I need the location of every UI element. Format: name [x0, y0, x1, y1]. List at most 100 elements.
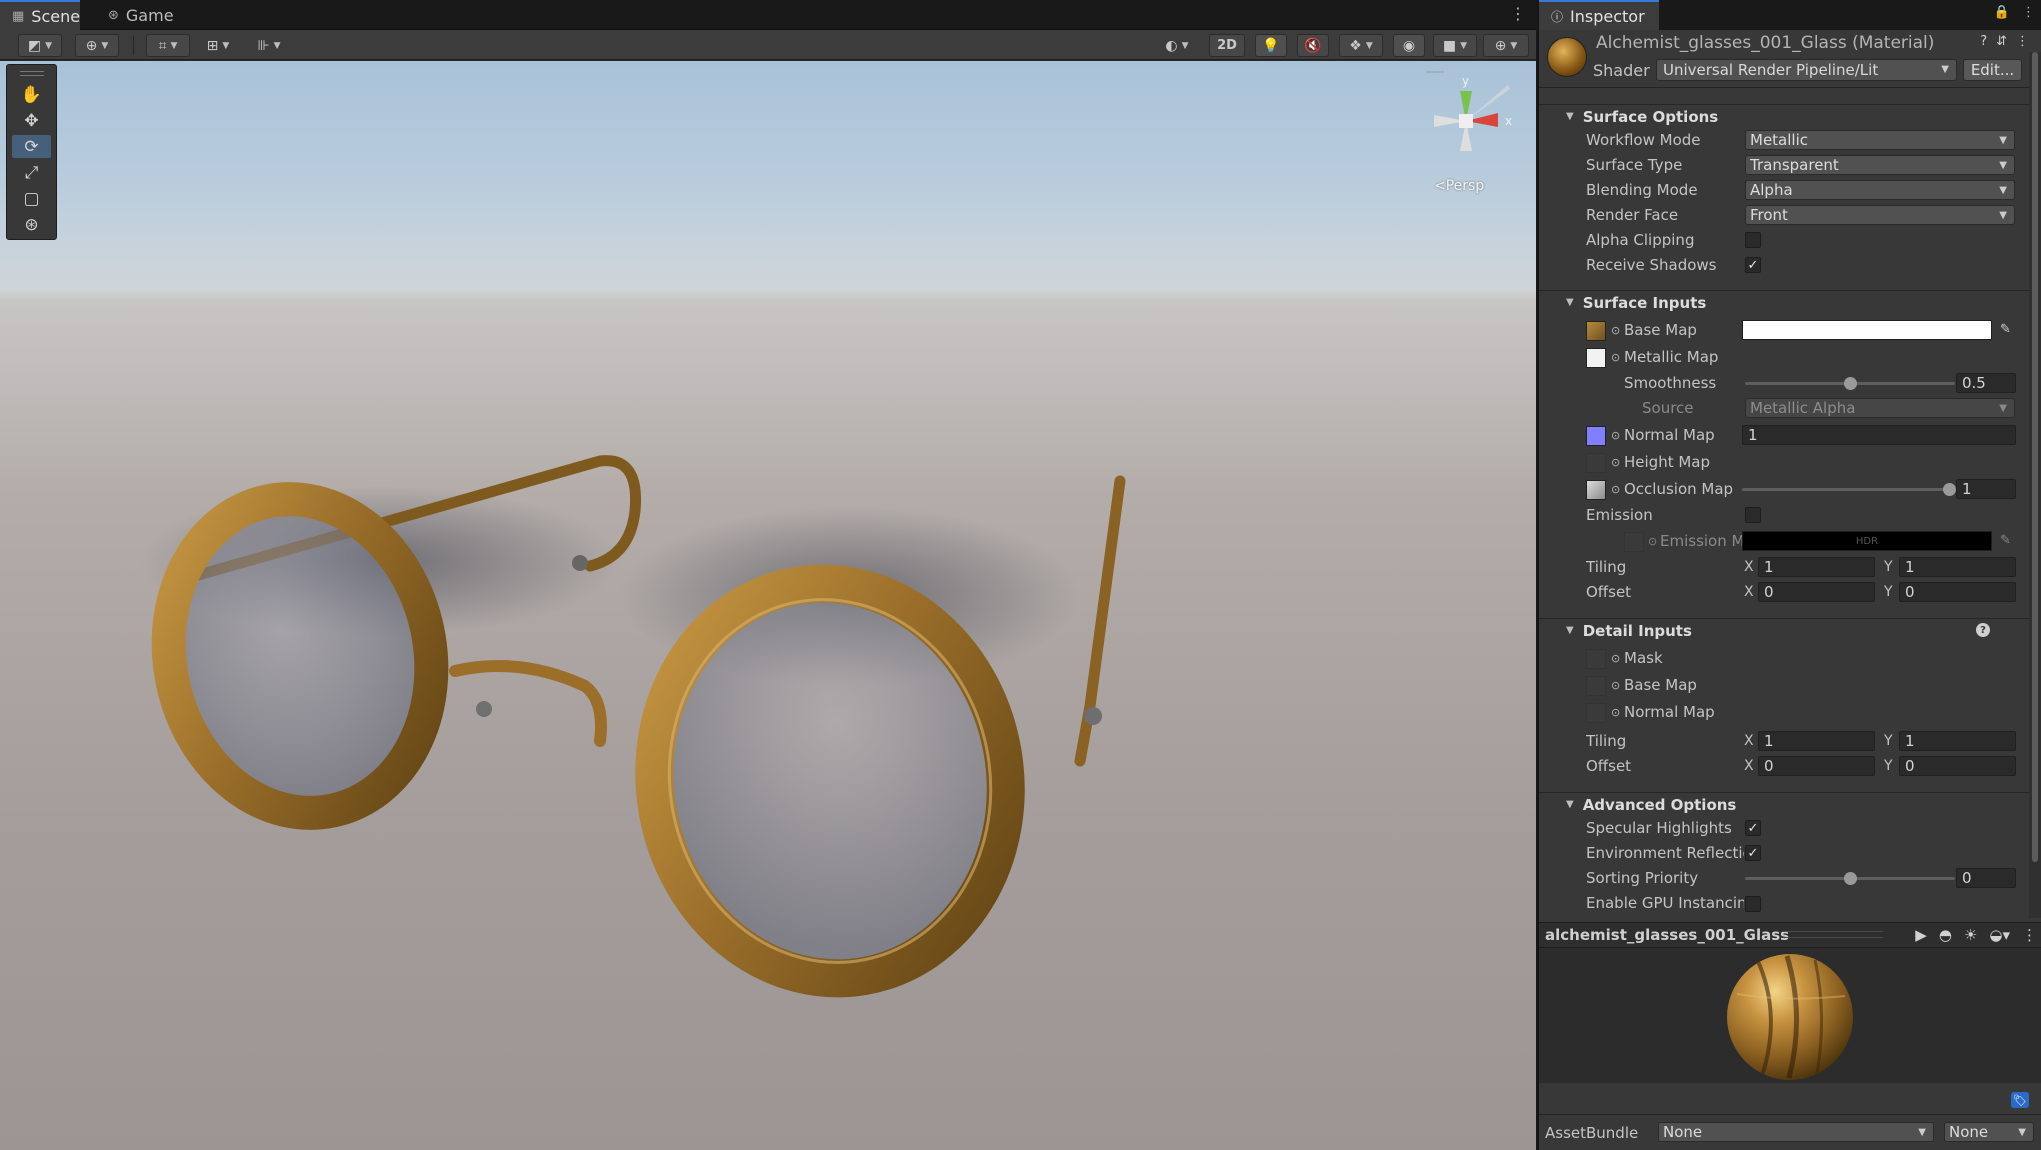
material-preview-sphere[interactable]: [1727, 954, 1853, 1080]
tab-inspector[interactable]: ⓘ Inspector: [1539, 0, 1659, 30]
metallic-map-texture-slot[interactable]: [1586, 348, 1606, 368]
palette-grip[interactable]: [20, 71, 44, 76]
grid-snapping-dropdown[interactable]: ⌗ ▼: [146, 34, 190, 57]
texture-picker-icon[interactable]: ⊙: [1611, 679, 1620, 692]
workflow-mode-dropdown[interactable]: Metallic ▼: [1745, 130, 2015, 150]
section-surface-options[interactable]: ▼ Surface Options: [1539, 104, 2029, 128]
texture-picker-icon[interactable]: ⊙: [1648, 535, 1657, 548]
texture-picker-icon[interactable]: ⊙: [1611, 429, 1620, 442]
smoothness-slider-knob[interactable]: [1844, 377, 1857, 390]
tiling-y-field[interactable]: 1: [1899, 557, 2016, 577]
emission-map-texture-slot[interactable]: [1624, 532, 1644, 552]
render-mode-dropdown[interactable]: ◐ ▼: [1155, 34, 1199, 57]
source-dropdown[interactable]: Metallic Alpha ▼: [1745, 398, 2015, 418]
grid-visibility-dropdown[interactable]: ⊞ ▼: [196, 34, 240, 57]
render-face-dropdown[interactable]: Front ▼: [1745, 205, 2015, 225]
more-options-icon[interactable]: ⋮: [1510, 4, 1526, 23]
eyedropper-icon[interactable]: ✎: [2000, 533, 2011, 548]
scene-visibility-toggle[interactable]: ◉: [1393, 34, 1425, 57]
transform-tool-button[interactable]: ⊛: [12, 213, 51, 236]
settings-sliders-icon[interactable]: ⇵: [1996, 34, 2007, 49]
texture-picker-icon[interactable]: ⊙: [1611, 324, 1620, 337]
sorting-priority-field[interactable]: 0: [1956, 868, 2016, 888]
effects-dropdown[interactable]: ❖ ▼: [1339, 34, 1383, 57]
lock-icon[interactable]: 🔒: [1994, 5, 2010, 20]
alpha-clipping-checkbox[interactable]: [1745, 232, 1761, 248]
occlusion-map-texture-slot[interactable]: [1586, 480, 1606, 500]
detail-mask-texture-slot[interactable]: [1586, 649, 1606, 669]
texture-picker-icon[interactable]: ⊙: [1611, 351, 1620, 364]
detail-tiling-y-field[interactable]: 1: [1899, 731, 2016, 751]
assetbundle-variant-dropdown[interactable]: None ▼: [1944, 1122, 2034, 1142]
move-tool-button[interactable]: ✥: [12, 109, 51, 132]
base-map-texture-slot[interactable]: [1586, 321, 1606, 341]
shader-dropdown[interactable]: Universal Render Pipeline/Lit ▼: [1656, 59, 1957, 81]
occlusion-slider-track[interactable]: [1742, 488, 1955, 491]
toggle-2d-button[interactable]: 2D: [1209, 34, 1245, 57]
rect-tool-button[interactable]: ▢: [12, 187, 51, 210]
specular-highlights-checkbox[interactable]: ✓: [1745, 820, 1761, 836]
help-icon[interactable]: ?: [1976, 623, 1990, 637]
tab-game[interactable]: ⊛ Game: [96, 0, 186, 30]
inspector-scrollbar[interactable]: [2029, 52, 2041, 918]
preview-shape-dropdown-icon[interactable]: ◒▾: [1989, 926, 2010, 944]
occlusion-value-field[interactable]: 1: [1956, 479, 2016, 499]
increment-snap-dropdown[interactable]: ⊪ ▼: [247, 34, 291, 57]
lighting-toggle[interactable]: 💡: [1255, 34, 1287, 57]
blending-mode-dropdown[interactable]: Alpha ▼: [1745, 180, 2015, 200]
detail-base-map-texture-slot[interactable]: [1586, 676, 1606, 696]
detail-offset-y-field[interactable]: 0: [1899, 756, 2016, 776]
light-toggle-icon[interactable]: ☀: [1964, 926, 1977, 944]
preview-resize-grip[interactable]: [1783, 931, 1883, 938]
assetbundle-name-dropdown[interactable]: None ▼: [1658, 1122, 1934, 1142]
height-map-texture-slot[interactable]: [1586, 453, 1606, 473]
eyedropper-icon[interactable]: ✎: [2000, 322, 2011, 337]
scrollbar-thumb[interactable]: [2032, 52, 2038, 862]
detail-tiling-x-field[interactable]: 1: [1758, 731, 1875, 751]
more-options-icon[interactable]: ⋮: [2022, 926, 2037, 944]
gpu-instancing-checkbox[interactable]: [1745, 896, 1761, 912]
help-icon[interactable]: ?: [1980, 34, 1987, 49]
detail-normal-map-texture-slot[interactable]: [1586, 703, 1606, 723]
section-advanced-options[interactable]: ▼ Advanced Options: [1539, 792, 2029, 816]
global-local-dropdown[interactable]: ⊕ ▼: [75, 34, 119, 57]
more-options-icon[interactable]: ⋮: [2016, 34, 2029, 49]
tiling-x-field[interactable]: 1: [1758, 557, 1875, 577]
material-thumbnail[interactable]: [1547, 37, 1587, 77]
environment-reflections-checkbox[interactable]: ✓: [1745, 845, 1761, 861]
hand-tool-button[interactable]: ✋: [12, 83, 51, 106]
emission-checkbox[interactable]: [1745, 507, 1761, 523]
texture-picker-icon[interactable]: ⊙: [1611, 652, 1620, 665]
asset-label-icon[interactable]: 🏷: [2011, 1092, 2029, 1108]
texture-picker-icon[interactable]: ⊙: [1611, 706, 1620, 719]
receive-shadows-checkbox[interactable]: ✓: [1745, 257, 1761, 273]
gizmos-dropdown[interactable]: ⊕ ▼: [1483, 34, 1529, 57]
smoothness-value-field[interactable]: 0.5: [1956, 373, 2016, 393]
emission-color-field[interactable]: HDR: [1742, 531, 1992, 551]
normal-map-scale-field[interactable]: 1: [1742, 425, 2016, 445]
gizmo-center-cube[interactable]: [1459, 114, 1473, 128]
section-surface-inputs[interactable]: ▼ Surface Inputs: [1539, 290, 2029, 314]
offset-x-field[interactable]: 0: [1758, 582, 1875, 602]
sphere-icon[interactable]: ◓: [1939, 926, 1952, 944]
persp-label[interactable]: <Persp: [1434, 178, 1484, 194]
sorting-priority-slider-knob[interactable]: [1844, 872, 1857, 885]
rotate-tool-button[interactable]: ⟳: [12, 135, 51, 158]
edit-shader-button[interactable]: Edit...: [1963, 59, 2022, 81]
camera-dropdown[interactable]: ■ ▼: [1433, 34, 1477, 57]
scale-tool-button[interactable]: ⤢: [12, 161, 51, 184]
occlusion-slider-knob[interactable]: [1943, 483, 1956, 496]
detail-offset-x-field[interactable]: 0: [1758, 756, 1875, 776]
material-preview-area[interactable]: [1539, 948, 2041, 1083]
surface-type-dropdown[interactable]: Transparent ▼: [1745, 155, 2015, 175]
audio-toggle[interactable]: 🔇: [1297, 34, 1329, 57]
section-detail-inputs[interactable]: ▼ Detail Inputs ?: [1539, 618, 2029, 642]
play-icon[interactable]: ▶: [1915, 926, 1927, 944]
normal-map-texture-slot[interactable]: [1586, 426, 1606, 446]
more-options-icon[interactable]: ⋮: [2022, 5, 2035, 20]
base-map-color-field[interactable]: [1742, 320, 1992, 340]
scene-viewport[interactable]: ✋ ✥ ⟳ ⤢ ▢ ⊛ y x <Persp: [0, 61, 1536, 1150]
tab-scene[interactable]: ▦ Scene: [0, 0, 80, 30]
texture-picker-icon[interactable]: ⊙: [1611, 483, 1620, 496]
texture-picker-icon[interactable]: ⊙: [1611, 456, 1620, 469]
